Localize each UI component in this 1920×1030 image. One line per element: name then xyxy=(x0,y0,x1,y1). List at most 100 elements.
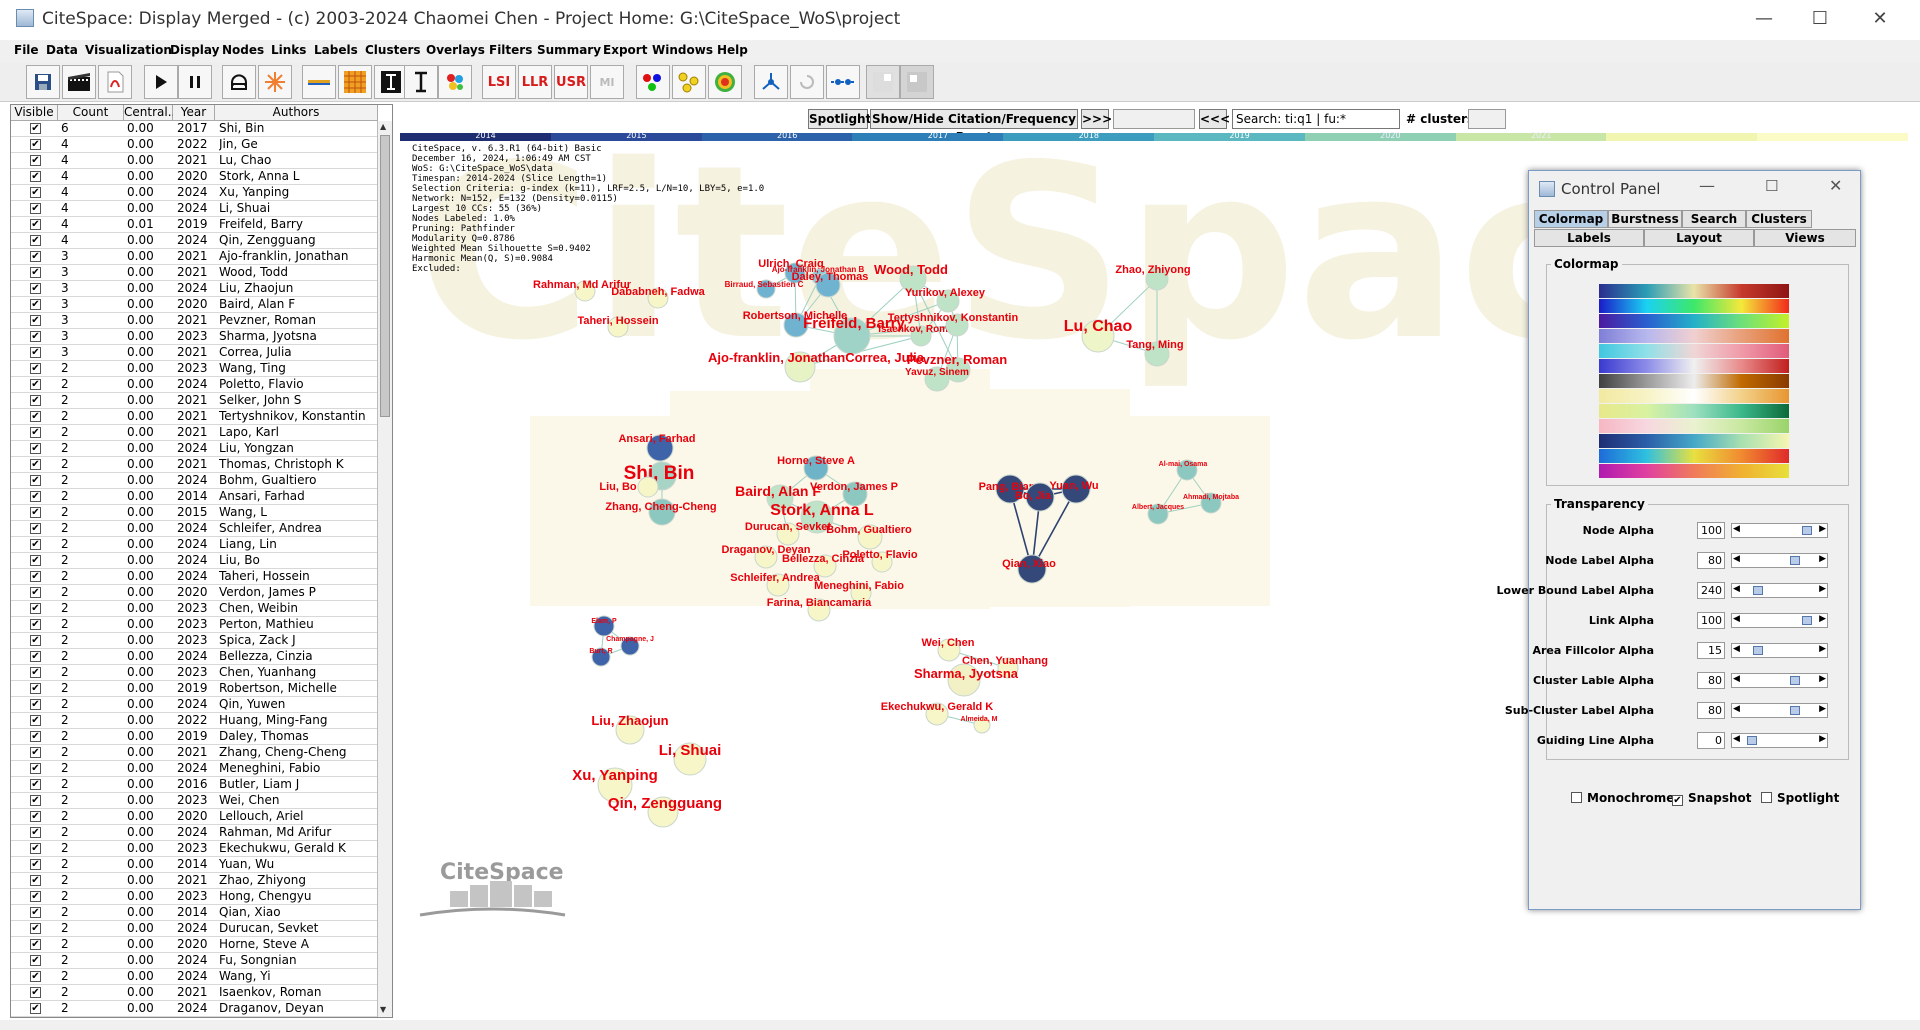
clusters-count-field[interactable] xyxy=(1468,109,1506,129)
monochrome-checkbox[interactable]: Monochrome xyxy=(1571,791,1674,805)
menu-display[interactable]: Display xyxy=(170,43,219,57)
table-row[interactable]: ✔ 2 0.00 2024 Draganov, Deyan xyxy=(11,1001,377,1017)
image-icon[interactable] xyxy=(900,65,934,99)
table-row[interactable]: ✔ 3 0.00 2021 Pevzner, Roman xyxy=(11,313,377,329)
colormap-option[interactable] xyxy=(1599,389,1789,403)
table-row[interactable]: ✔ 2 0.00 2016 Butler, Liam J xyxy=(11,777,377,793)
colormap-option[interactable] xyxy=(1599,434,1789,448)
visible-checkbox[interactable]: ✔ xyxy=(30,859,41,870)
table-row[interactable]: ✔ 2 0.00 2023 Wei, Chen xyxy=(11,793,377,809)
visible-checkbox[interactable]: ✔ xyxy=(30,651,41,662)
alpha-slider[interactable]: ◀ ▶ xyxy=(1731,703,1828,718)
alpha-slider[interactable]: ◀ ▶ xyxy=(1731,733,1828,748)
visible-checkbox[interactable]: ✔ xyxy=(30,443,41,454)
table-row[interactable]: ✔ 3 0.00 2024 Liu, Zhaojun xyxy=(11,281,377,297)
col-header-visible[interactable]: Visible xyxy=(11,105,58,121)
link-color-icon[interactable] xyxy=(672,65,706,99)
table-row[interactable]: ✔ 2 0.00 2024 Taheri, Hossein xyxy=(11,569,377,585)
grid-icon[interactable] xyxy=(338,65,372,99)
menu-overlays[interactable]: Overlays xyxy=(426,43,485,57)
menu-data[interactable]: Data xyxy=(46,43,78,57)
line-icon[interactable] xyxy=(302,65,336,99)
visible-checkbox[interactable]: ✔ xyxy=(30,1003,41,1014)
arrow-right-icon[interactable]: ▶ xyxy=(1819,524,1826,534)
usr-button[interactable]: USR xyxy=(554,65,588,99)
node-circle[interactable] xyxy=(637,476,659,498)
visible-checkbox[interactable]: ✔ xyxy=(30,235,41,246)
visible-checkbox[interactable]: ✔ xyxy=(30,891,41,902)
circle-target-icon[interactable] xyxy=(708,65,742,99)
slider-value-field[interactable]: 0 xyxy=(1697,732,1725,749)
colormap-option[interactable] xyxy=(1599,449,1789,463)
table-row[interactable]: ✔ 4 0.01 2019 Freifeld, Barry xyxy=(11,217,377,233)
cp-close-button[interactable]: ✕ xyxy=(1829,176,1842,195)
cursor-tool-icon[interactable] xyxy=(404,65,438,99)
visible-checkbox[interactable]: ✔ xyxy=(30,427,41,438)
tab-colormap[interactable]: Colormap xyxy=(1534,210,1608,228)
table-row[interactable]: ✔ 2 0.00 2023 Perton, Mathieu xyxy=(11,617,377,633)
search-result-field[interactable] xyxy=(1113,109,1195,129)
table-row[interactable]: ✔ 2 0.00 2023 Ekechukwu, Gerald K xyxy=(11,841,377,857)
arrow-left-icon[interactable]: ◀ xyxy=(1733,674,1740,684)
table-row[interactable]: ✔ 3 0.00 2021 Wood, Todd xyxy=(11,265,377,281)
visible-checkbox[interactable]: ✔ xyxy=(30,843,41,854)
scroll-thumb[interactable] xyxy=(380,135,390,417)
menu-help[interactable]: Help xyxy=(717,43,748,57)
table-row[interactable]: ✔ 2 0.00 2024 Liu, Yongzan xyxy=(11,441,377,457)
table-row[interactable]: ✔ 2 0.00 2020 Verdon, James P xyxy=(11,585,377,601)
visible-checkbox[interactable]: ✔ xyxy=(30,811,41,822)
menu-windows[interactable]: Windows xyxy=(652,43,713,57)
visible-checkbox[interactable]: ✔ xyxy=(30,955,41,966)
burst-toggle-button[interactable]: Show/Hide Citation/Frequency Burst xyxy=(870,109,1078,144)
table-row[interactable]: ✔ 3 0.00 2023 Sharma, Jyotsna xyxy=(11,329,377,345)
visible-checkbox[interactable]: ✔ xyxy=(30,155,41,166)
visible-checkbox[interactable]: ✔ xyxy=(30,299,41,310)
slider-value-field[interactable]: 80 xyxy=(1697,552,1725,569)
prev-button[interactable]: <<< xyxy=(1199,109,1230,129)
slider-knob[interactable] xyxy=(1747,736,1758,745)
network-node[interactable]: Li, Shuai xyxy=(659,742,722,776)
lsi-button[interactable]: LSI xyxy=(482,65,516,99)
visible-checkbox[interactable]: ✔ xyxy=(30,315,41,326)
slider-value-field[interactable]: 80 xyxy=(1697,702,1725,719)
col-header-count[interactable]: Count xyxy=(58,105,124,121)
table-row[interactable]: ✔ 2 0.00 2019 Daley, Thomas xyxy=(11,729,377,745)
film-icon[interactable] xyxy=(62,65,96,99)
menu-clusters[interactable]: Clusters xyxy=(365,43,421,57)
spotlight-checkbox[interactable]: Spotlight xyxy=(1761,791,1839,805)
visible-checkbox[interactable]: ✔ xyxy=(30,363,41,374)
menu-summary[interactable]: Summary xyxy=(537,43,601,57)
arrow-left-icon[interactable]: ◀ xyxy=(1733,614,1740,624)
arrow-right-icon[interactable]: ▶ xyxy=(1819,614,1826,624)
table-row[interactable]: ✔ 2 0.00 2023 Hong, Chengyu xyxy=(11,889,377,905)
slider-knob[interactable] xyxy=(1802,616,1813,625)
table-row[interactable]: ✔ 2 0.00 2023 Chen, Weibin xyxy=(11,601,377,617)
table-row[interactable]: ✔ 2 0.00 2020 Lellouch, Ariel xyxy=(11,809,377,825)
table-row[interactable]: ✔ 6 0.00 2017 Shi, Bin xyxy=(11,121,377,137)
visible-checkbox[interactable]: ✔ xyxy=(30,907,41,918)
table-row[interactable]: ✔ 2 0.00 2023 Spica, Zack J xyxy=(11,633,377,649)
slider-knob[interactable] xyxy=(1802,526,1813,535)
visible-checkbox[interactable]: ✔ xyxy=(30,491,41,502)
visible-checkbox[interactable]: ✔ xyxy=(30,667,41,678)
snapshot-checkbox[interactable]: ✔ Snapshot xyxy=(1672,791,1752,806)
table-scrollbar[interactable]: ▲ ▼ xyxy=(377,121,392,1017)
menu-file[interactable]: File xyxy=(14,43,39,57)
table-row[interactable]: ✔ 2 0.00 2024 Bellezza, Cinzia xyxy=(11,649,377,665)
visible-checkbox[interactable]: ✔ xyxy=(30,699,41,710)
network-node[interactable]: Qin, Zengguang xyxy=(608,795,722,828)
table-row[interactable]: ✔ 2 0.00 2023 Chen, Yuanhang xyxy=(11,665,377,681)
palette-icon[interactable] xyxy=(438,65,472,99)
close-button[interactable]: ✕ xyxy=(1860,6,1900,32)
table-row[interactable]: ✔ 2 0.00 2021 Isaenkov, Roman xyxy=(11,985,377,1001)
network-node[interactable]: Burt, R xyxy=(589,647,613,667)
tab-labels[interactable]: Labels xyxy=(1534,229,1644,247)
table-row[interactable]: ✔ 2 0.00 2024 Fu, Songnian xyxy=(11,953,377,969)
colormap-option[interactable] xyxy=(1599,419,1789,433)
table-row[interactable]: ✔ 2 0.00 2023 Wang, Ting xyxy=(11,361,377,377)
visible-checkbox[interactable]: ✔ xyxy=(30,731,41,742)
alpha-slider[interactable]: ◀ ▶ xyxy=(1731,643,1828,658)
table-row[interactable]: ✔ 2 0.00 2021 Zhang, Cheng-Cheng xyxy=(11,745,377,761)
col-header-authors[interactable]: Authors xyxy=(215,105,378,121)
table-row[interactable]: ✔ 2 0.00 2024 Qin, Yuwen xyxy=(11,697,377,713)
